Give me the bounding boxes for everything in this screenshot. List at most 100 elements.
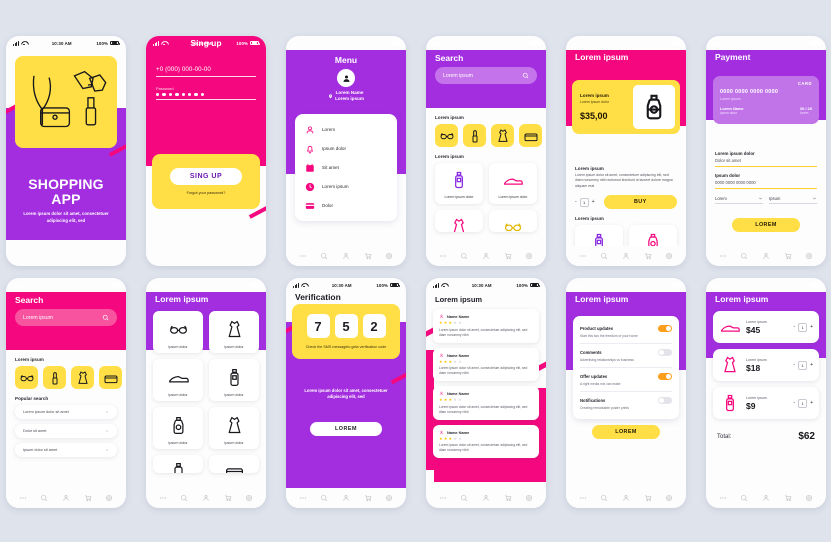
select-year[interactable]: Ipsum (769, 196, 817, 205)
more-icon[interactable] (439, 494, 447, 502)
search-icon[interactable] (600, 252, 608, 260)
search-icon[interactable] (180, 494, 188, 502)
more-icon[interactable] (299, 494, 307, 502)
list-item[interactable]: Lorem ipsum dolor sit amet (15, 405, 117, 419)
code-digit-2[interactable]: 2 (362, 314, 386, 338)
cart-icon[interactable] (644, 252, 652, 260)
more-icon[interactable] (439, 252, 447, 260)
setting-row[interactable]: Offer updates A right media mix can make (580, 368, 672, 392)
more-icon[interactable] (579, 252, 587, 260)
gear-icon[interactable] (805, 494, 813, 502)
cart-icon[interactable] (784, 252, 792, 260)
forgot-password-link[interactable]: Forgot your password? (187, 191, 226, 195)
product-card[interactable]: Lorem ipsum dolor (435, 163, 483, 204)
person-icon[interactable] (762, 252, 770, 260)
search-icon[interactable] (740, 252, 748, 260)
person-icon[interactable] (482, 494, 490, 502)
gear-icon[interactable] (525, 494, 533, 502)
person-icon[interactable] (342, 494, 350, 502)
menu-item-1[interactable]: Ipsum dolor (295, 139, 397, 158)
quantity-stepper[interactable]: - 1 + (793, 322, 813, 332)
increment-button[interactable]: + (592, 199, 595, 205)
catalog-item[interactable]: Ipsum dolor (209, 311, 259, 353)
increment-button[interactable]: + (810, 400, 813, 406)
more-icon[interactable] (579, 494, 587, 502)
cart-icon[interactable] (224, 494, 232, 502)
review-card[interactable]: Name Name ★ ★ ★ ★ ★ Lorem ipsum dolor sit am… (433, 309, 539, 343)
search-icon[interactable] (320, 252, 328, 260)
chip-lipstick[interactable] (463, 124, 486, 147)
gear-icon[interactable] (665, 494, 673, 502)
setting-row[interactable]: Comments Advertising relationships vs bu… (580, 344, 672, 368)
search-icon[interactable] (320, 494, 328, 502)
person-icon[interactable] (622, 494, 630, 502)
list-item[interactable]: Ipsum dolor sit amet (15, 443, 117, 457)
password-field[interactable]: Password (156, 86, 256, 100)
decrement-button[interactable]: - (793, 400, 795, 406)
more-icon[interactable] (299, 252, 307, 260)
search-icon[interactable] (40, 494, 48, 502)
catalog-item[interactable] (209, 455, 259, 473)
list-item[interactable]: Dolor sit amet (15, 424, 117, 438)
catalog-item[interactable]: Ipsum dolor (153, 359, 203, 401)
settings-save-button[interactable]: LOREM (592, 425, 660, 439)
review-card[interactable]: Name Name ★ ★ ★ ★ ★ Lorem ipsum dolor sit am… (433, 424, 539, 459)
gear-icon[interactable] (385, 494, 393, 502)
gear-icon[interactable] (805, 252, 813, 260)
cart-icon[interactable] (644, 494, 652, 502)
cart-icon[interactable] (504, 252, 512, 260)
search-icon[interactable] (460, 252, 468, 260)
more-icon[interactable] (719, 494, 727, 502)
credit-card[interactable]: CARD 0000 0000 0000 0000 Lorem ipsum Lor… (713, 76, 819, 124)
catalog-item[interactable] (153, 455, 203, 473)
menu-item-2[interactable]: Sit amet (295, 158, 397, 177)
person-icon[interactable] (482, 252, 490, 260)
increment-button[interactable]: + (810, 362, 813, 368)
more-icon[interactable] (719, 252, 727, 260)
code-digit-0[interactable]: 7 (306, 314, 330, 338)
search-input[interactable]: Lorem ipsum (435, 67, 537, 84)
decrement-button[interactable]: - (793, 362, 795, 368)
person-icon[interactable] (202, 494, 210, 502)
person-icon[interactable] (762, 494, 770, 502)
submit-payment-button[interactable]: LOREM (732, 218, 800, 233)
person-icon[interactable] (622, 252, 630, 260)
cart-icon[interactable] (784, 494, 792, 502)
quantity-stepper[interactable]: - 1 + (575, 197, 595, 207)
quantity-stepper[interactable]: - 1 + (793, 398, 813, 408)
product-card[interactable] (489, 209, 537, 232)
cart-icon[interactable] (84, 494, 92, 502)
decrement-button[interactable]: - (793, 324, 795, 330)
gear-icon[interactable] (105, 494, 113, 502)
phone-field[interactable]: +0 (000) 000-00-00 (156, 66, 256, 77)
setting-row[interactable]: Product updates Start this two the freed… (580, 320, 672, 344)
chip-glasses[interactable] (435, 124, 458, 147)
toggle-notifications[interactable] (658, 397, 672, 404)
buy-button[interactable]: BUY (603, 195, 677, 210)
catalog-item[interactable]: Ipsum dolor (209, 359, 259, 401)
review-card[interactable]: Name Name ★ ★ ★ ★ ★ Lorem ipsum dolor sit am… (433, 347, 539, 382)
signup-button[interactable]: SING UP (169, 168, 243, 185)
menu-item-4[interactable]: Dolor (295, 196, 397, 215)
gear-icon[interactable] (245, 494, 253, 502)
toggle-product-updates[interactable] (658, 325, 672, 332)
field-value-2[interactable]: 0000 0000 0000 0000 (706, 180, 826, 188)
chip-bag[interactable] (99, 366, 122, 389)
cart-item[interactable]: Lorem ipsum $18 - 1 + (713, 349, 819, 381)
avatar[interactable] (337, 69, 355, 87)
review-card[interactable]: Name Name ★ ★ ★ ★ ★ Lorem ipsum dolor sit am… (433, 386, 539, 420)
setting-row[interactable]: Notifications Creating remarkable poster… (580, 392, 672, 415)
cart-icon[interactable] (364, 494, 372, 502)
menu-item-3[interactable]: Lorem ipsum (295, 177, 397, 196)
toggle-comments[interactable] (658, 349, 672, 356)
chip-lipstick[interactable] (43, 366, 66, 389)
gear-icon[interactable] (525, 252, 533, 260)
field-value-1[interactable]: Dolor sit amet (706, 158, 826, 166)
cart-icon[interactable] (504, 494, 512, 502)
product-card[interactable]: Lorem ipsum dolor (489, 163, 537, 204)
product-card[interactable] (435, 209, 483, 232)
chip-dress[interactable] (71, 366, 94, 389)
search-icon[interactable] (460, 494, 468, 502)
person-icon[interactable] (342, 252, 350, 260)
verification-button[interactable]: LOREM (310, 422, 382, 436)
